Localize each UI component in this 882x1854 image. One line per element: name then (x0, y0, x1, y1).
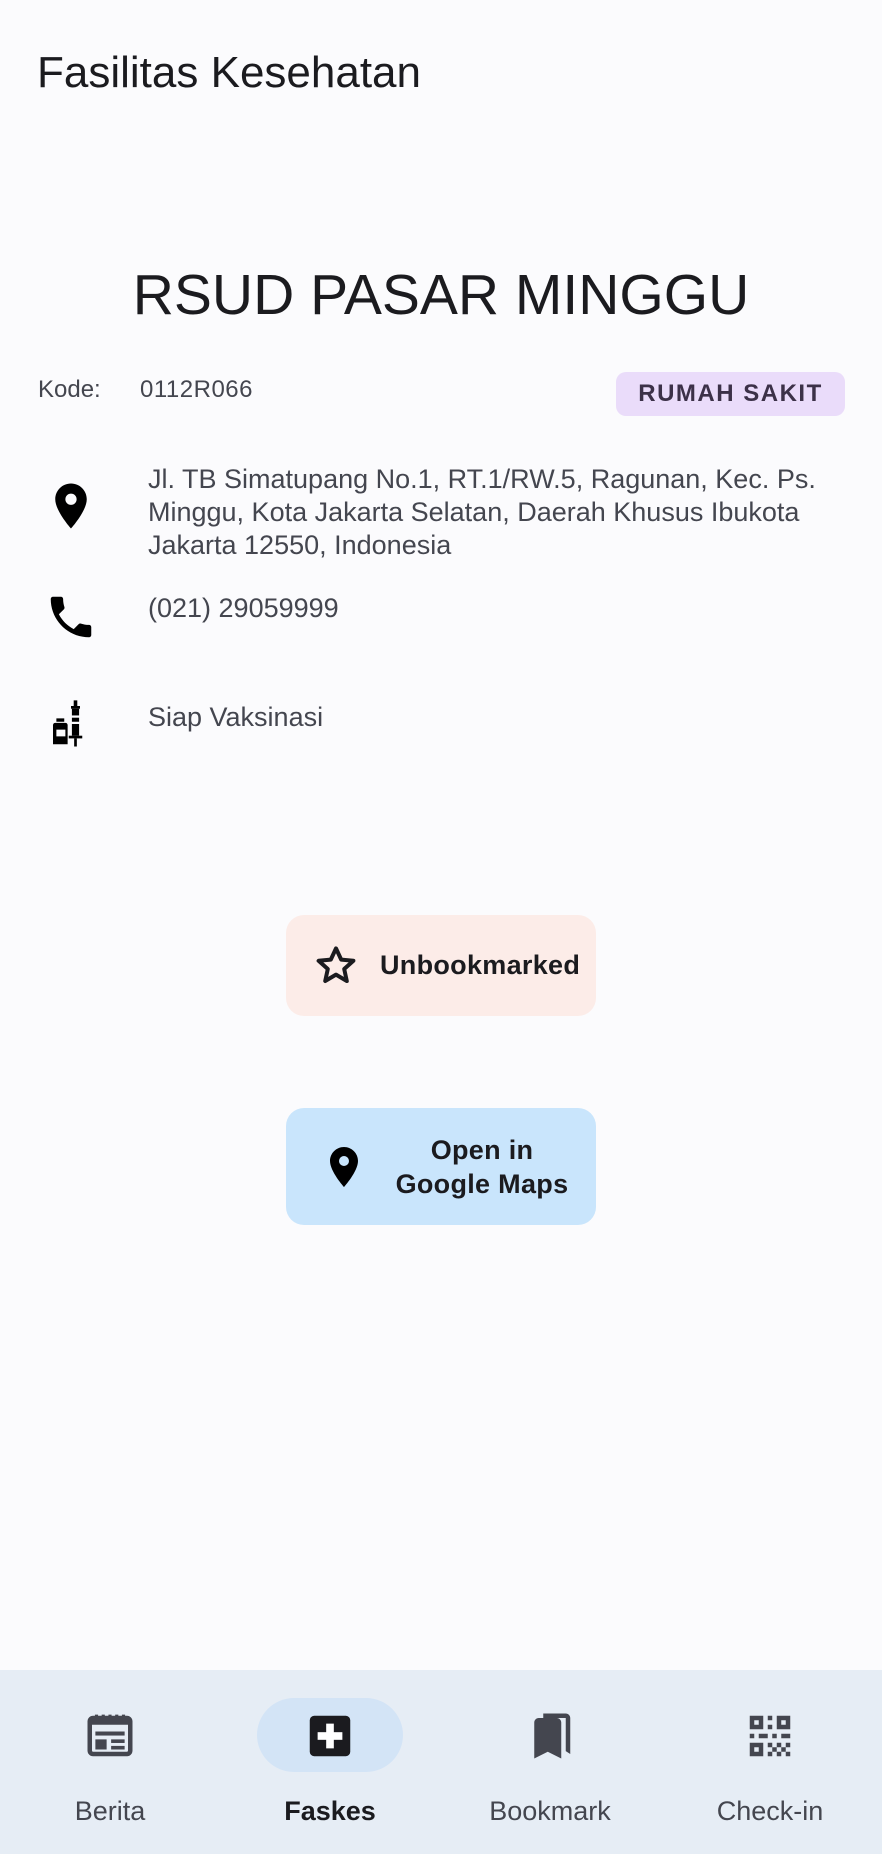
nav-item-check-in[interactable]: Check-in (660, 1670, 880, 1854)
phone-icon (44, 590, 98, 644)
open-google-maps-button[interactable]: Open in Google Maps (286, 1108, 596, 1225)
bookmark-button[interactable]: Unbookmarked (286, 915, 596, 1016)
qr-code-icon (743, 1709, 797, 1763)
code-label: Kode: (38, 376, 101, 403)
nav-label-bookmark: Bookmark (489, 1796, 611, 1826)
facility-type-badge: RUMAH SAKIT (616, 372, 845, 416)
facility-address: Jl. TB Simatupang No.1, RT.1/RW.5, Ragun… (148, 464, 816, 560)
bookmarks-icon (523, 1709, 577, 1763)
medical-cross-icon (303, 1709, 357, 1763)
maps-label-line2: Google Maps (395, 1168, 569, 1199)
facility-code: 0112R066 (140, 376, 253, 403)
nav-label-check-in: Check-in (716, 1796, 824, 1826)
maps-label-line1: Open in (430, 1134, 534, 1165)
page-title: Fasilitas Kesehatan (37, 48, 421, 97)
star-outline-icon (312, 942, 360, 990)
nav-item-faskes[interactable]: Faskes (220, 1670, 440, 1854)
bottom-navigation: Berita Faskes Bookmark Check-in (0, 1670, 882, 1854)
app-bar: Fasilitas Kesehatan (0, 0, 882, 150)
facility-phone[interactable]: (021) 29059999 (148, 592, 848, 625)
open-google-maps-label: Open in Google Maps (392, 1133, 572, 1201)
nav-label-berita: Berita (74, 1796, 146, 1826)
nav-item-bookmark[interactable]: Bookmark (440, 1670, 660, 1854)
nav-item-berita[interactable]: Berita (0, 1670, 220, 1854)
bookmark-button-label: Unbookmarked (380, 950, 581, 980)
vaccination-status: Siap Vaksinasi (148, 702, 324, 732)
location-pin-icon (320, 1143, 368, 1191)
facility-name: RSUD PASAR MINGGU (132, 263, 750, 327)
nav-label-faskes: Faskes (284, 1796, 376, 1826)
location-pin-icon (44, 479, 98, 533)
vaccine-icon (44, 697, 98, 751)
newspaper-icon (83, 1709, 137, 1763)
